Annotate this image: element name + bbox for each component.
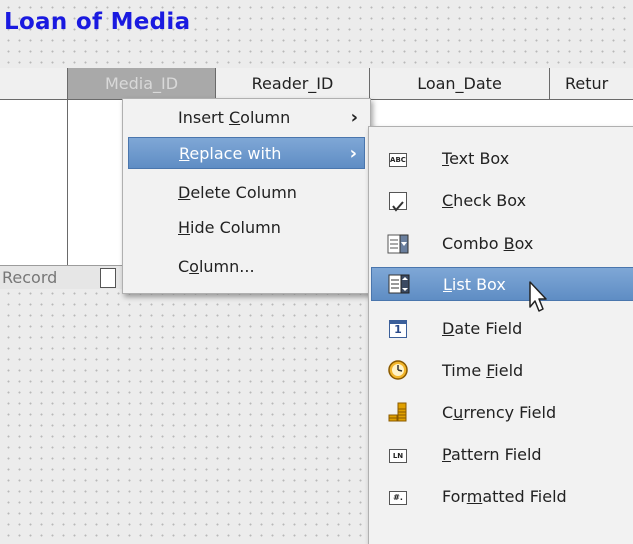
menu-item-hide-column[interactable]: Hide Column [123,212,370,244]
date-field-icon: 1 [389,320,407,338]
submenu-item-formatted-field[interactable]: #. Formatted Field [369,481,633,513]
column-header-return[interactable]: Retur [550,68,633,100]
column-header-media-id[interactable]: Media_ID [68,68,216,100]
coins-icon [387,401,409,423]
form-title: Loan of Media [4,9,191,35]
submenu-item-text-box[interactable]: ABC Text Box [369,143,633,175]
menu-item-replace-with[interactable]: Replace with › [128,137,365,169]
pattern-field-icon: LN [389,449,407,463]
grid-corner-header [0,68,68,100]
clock-icon [387,359,409,381]
record-number-field[interactable] [100,268,116,288]
submenu-item-list-box[interactable]: List Box [371,267,633,301]
submenu-item-currency-field[interactable]: Currency Field [369,397,633,429]
check-box-icon [389,192,407,212]
menu-item-insert-column[interactable]: Insert Column › [123,102,370,134]
replace-with-submenu: ABC Text Box Check Box Combo Box List Bo… [368,126,633,544]
combo-box-icon [387,233,409,255]
column-context-menu: Insert Column › Replace with › Delete Co… [122,98,371,294]
submenu-item-date-field[interactable]: 1 Date Field [369,313,633,345]
text-box-icon: ABC [389,153,407,167]
submenu-item-time-field[interactable]: Time Field [369,355,633,387]
submenu-item-combo-box[interactable]: Combo Box [369,228,633,260]
menu-item-column-properties[interactable]: Column... [123,251,370,283]
column-header-loan-date[interactable]: Loan_Date [370,68,550,100]
column-header-reader-id[interactable]: Reader_ID [216,68,370,100]
submenu-item-pattern-field[interactable]: LN Pattern Field [369,439,633,471]
row-header[interactable] [0,100,68,265]
submenu-item-check-box[interactable]: Check Box [369,185,633,217]
mouse-pointer-icon [529,281,547,312]
menu-item-delete-column[interactable]: Delete Column [123,177,370,209]
record-label: Record [2,268,58,287]
chevron-right-icon: › [349,143,357,164]
chevron-right-icon: › [350,107,358,128]
record-navigation-bar: Record [0,265,140,289]
list-box-icon [388,273,410,295]
formatted-field-icon: #. [389,491,407,505]
